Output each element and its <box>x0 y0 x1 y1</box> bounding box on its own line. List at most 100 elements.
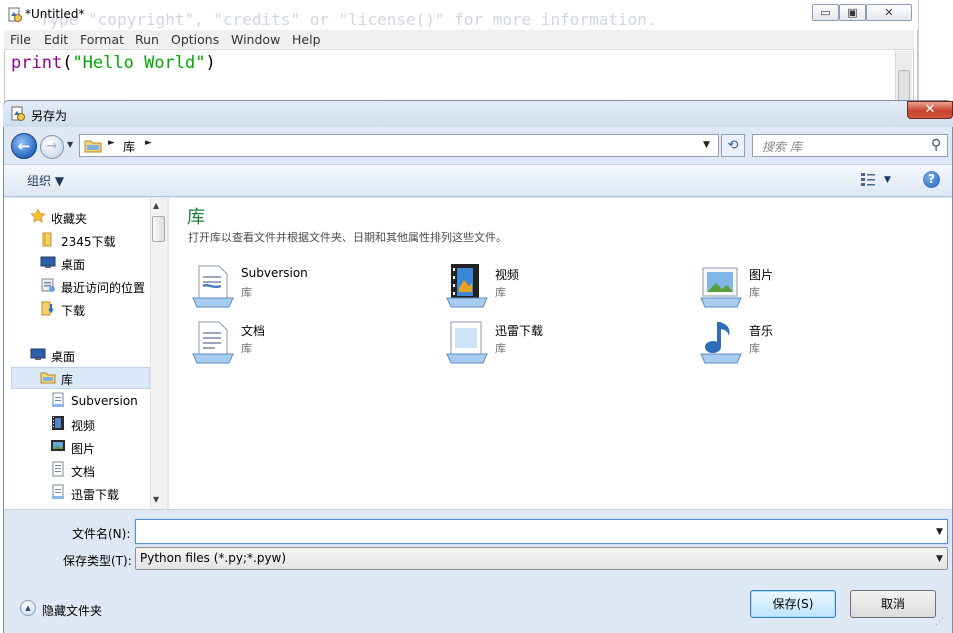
nav-item-label: 文档 <box>71 465 96 479</box>
organize-button[interactable]: 组织 ▼ <box>27 172 64 189</box>
idle-scroll-thumb[interactable] <box>898 70 910 102</box>
document-library-icon <box>52 484 64 499</box>
idle-close-button[interactable]: ✕ <box>866 4 912 21</box>
document-library-icon <box>52 392 64 407</box>
menu-run[interactable]: Run <box>135 32 159 47</box>
code-string: "Hello World" <box>72 53 206 73</box>
download-folder-icon <box>41 301 54 316</box>
idle-code-editor[interactable]: print("Hello World") <box>4 51 914 104</box>
library-description: 打开库以查看文件并根据文件夹、日期和其他属性排列这些文件。 <box>188 231 507 244</box>
resize-grip-icon[interactable]: ⋰ <box>935 617 944 627</box>
nav-item-label: 视频 <box>71 419 96 433</box>
dialog-title-bar[interactable] <box>3 101 953 127</box>
library-music[interactable]: 音乐 库 <box>697 318 897 368</box>
filename-label: 文件名(N): <box>72 527 131 541</box>
music-library-icon <box>700 322 742 364</box>
library-documents[interactable]: 文档 库 <box>189 318 389 368</box>
library-type: 库 <box>749 342 760 355</box>
recent-places-icon <box>41 278 55 292</box>
library-pictures[interactable]: 图片 库 <box>697 262 897 312</box>
menu-help[interactable]: Help <box>292 32 321 47</box>
scroll-up-icon[interactable]: ▲ <box>153 201 159 210</box>
hide-folders-icon[interactable]: ▲ <box>20 600 36 616</box>
save-button[interactable]: 保存(S) <box>750 590 836 618</box>
nav-item-label: 2345下载 <box>61 235 116 249</box>
nav-item-label: 收藏夹 <box>51 212 88 226</box>
menu-options[interactable]: Options <box>171 32 219 47</box>
nav-item-label: Subversion <box>71 394 138 408</box>
nav-scroll-thumb[interactable] <box>152 216 165 242</box>
address-bar[interactable] <box>79 134 719 157</box>
desktop-icon <box>40 256 56 268</box>
python-file-icon <box>11 106 25 121</box>
library-name: 视频 <box>495 268 520 282</box>
menu-format[interactable]: Format <box>80 32 124 47</box>
library-name: 图片 <box>749 268 774 282</box>
nav-item-label: 迅雷下载 <box>71 488 120 502</box>
nav-item-label: 库 <box>61 373 74 387</box>
menu-file[interactable]: File <box>10 32 31 47</box>
nav-item-label: 图片 <box>71 442 96 456</box>
dialog-close-button[interactable]: ✕ <box>907 101 953 119</box>
breadcrumb-separator[interactable]: ► <box>145 138 152 148</box>
filetype-label: 保存类型(T): <box>63 554 132 568</box>
idle-shell-ghost-text: Type "copyright", "credits" or "license(… <box>40 10 657 29</box>
filetype-value: Python files (*.py;*.pyw) <box>140 551 287 565</box>
help-icon[interactable]: ? <box>923 171 940 188</box>
command-bar <box>4 164 952 197</box>
document-icon <box>52 461 64 477</box>
nav-item-label: 桌面 <box>61 258 86 272</box>
nav-selection-highlight <box>11 367 150 389</box>
library-thunder-downloads[interactable]: 迅雷下载 库 <box>443 318 643 368</box>
recent-pages-dropdown[interactable]: ▼ <box>67 140 73 149</box>
cancel-button[interactable]: 取消 <box>850 590 936 618</box>
download-library-icon <box>446 321 488 364</box>
video-icon <box>52 416 64 430</box>
search-placeholder: 搜索 库 <box>762 140 802 154</box>
library-type: 库 <box>495 286 506 299</box>
picture-library-icon <box>700 267 742 308</box>
view-dropdown[interactable]: ▼ <box>884 175 891 185</box>
filename-dropdown[interactable]: ▼ <box>936 527 943 537</box>
nav-pane-scrollbar[interactable] <box>150 198 167 509</box>
library-subversion[interactable]: Subversion 库 <box>189 262 389 312</box>
forward-button[interactable]: → <box>40 135 64 159</box>
star-icon <box>30 208 46 223</box>
dialog-title: 另存为 <box>31 109 68 123</box>
library-name: 迅雷下载 <box>495 324 544 338</box>
library-type: 库 <box>495 342 506 355</box>
subversion-library-icon <box>192 265 234 308</box>
desktop-icon <box>30 348 46 360</box>
background-window-edge <box>918 0 953 104</box>
breadcrumb-separator[interactable]: ► <box>108 138 115 148</box>
back-button[interactable]: ← <box>11 133 37 159</box>
nav-item-label: 下载 <box>61 304 86 318</box>
library-icon <box>40 372 56 384</box>
library-name: 音乐 <box>749 324 774 338</box>
hide-folders-button[interactable]: 隐藏文件夹 <box>42 602 102 619</box>
code-line: print("Hello World") <box>11 53 216 73</box>
idle-menu-bar: File Edit Format Run Options Window Help <box>4 30 914 50</box>
menu-edit[interactable]: Edit <box>44 32 68 47</box>
menu-window[interactable]: Window <box>231 32 280 47</box>
folder-icon <box>42 232 52 247</box>
picture-icon <box>51 440 65 451</box>
library-videos[interactable]: 视频 库 <box>443 262 643 312</box>
filename-input[interactable] <box>135 519 948 544</box>
scroll-down-icon[interactable]: ▼ <box>153 495 159 504</box>
library-folder-icon <box>84 140 102 153</box>
address-dropdown[interactable]: ▼ <box>703 140 710 150</box>
library-heading: 库 <box>187 207 205 228</box>
video-library-icon <box>446 264 488 308</box>
view-options-icon[interactable] <box>860 172 876 186</box>
minimize-button[interactable]: ▭ <box>812 4 839 21</box>
search-icon[interactable]: ⚲ <box>931 137 941 153</box>
breadcrumb-library[interactable]: 库 <box>123 138 135 155</box>
library-type: 库 <box>749 286 760 299</box>
document-library-icon <box>192 321 234 364</box>
maximize-button[interactable]: ▣ <box>839 4 866 21</box>
refresh-button[interactable]: ⟲ <box>721 134 745 157</box>
filetype-dropdown[interactable]: ▼ <box>936 554 943 564</box>
nav-item-label: 桌面 <box>51 350 76 364</box>
code-paren-open: ( <box>62 53 73 73</box>
